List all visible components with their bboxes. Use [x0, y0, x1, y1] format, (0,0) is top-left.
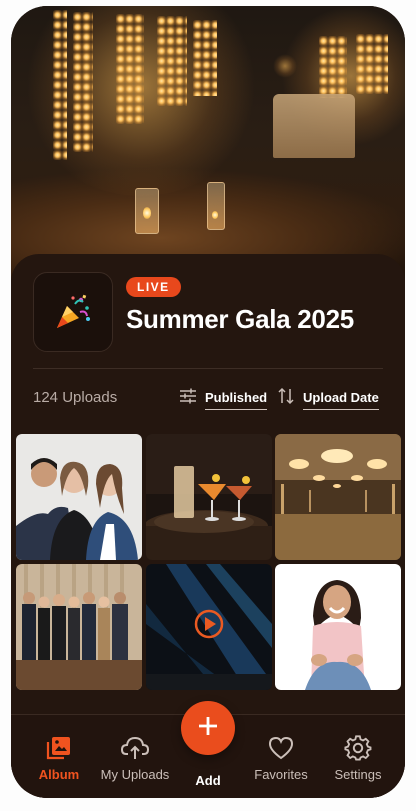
sliders-icon — [179, 387, 197, 409]
phone-frame: LIVE Summer Gala 2025 124 Uploads Publis… — [11, 6, 405, 798]
upload-count: 124 Uploads — [33, 389, 118, 406]
nav-item-album[interactable]: Album — [19, 733, 99, 782]
filter-label: Published — [205, 386, 268, 410]
bottom-navigation: Album My Uploads Add Favorites Settings — [11, 701, 405, 798]
plus-icon — [197, 715, 219, 741]
sort-label: Upload Date — [303, 386, 379, 410]
divider — [33, 368, 383, 369]
gallery-item-smiling-woman-photo[interactable] — [275, 564, 401, 690]
nav-label-album: Album — [38, 767, 80, 782]
gear-icon — [318, 733, 398, 763]
nav-item-settings[interactable]: Settings — [318, 733, 398, 782]
gallery-item-ballroom-photo[interactable] — [275, 434, 401, 560]
nav-label-settings: Settings — [334, 767, 382, 782]
nav-item-my-uploads[interactable]: My Uploads — [95, 733, 175, 782]
sort-arrows-icon — [277, 387, 295, 409]
photo-grid — [16, 434, 401, 691]
heart-icon — [241, 733, 321, 763]
live-badge: LIVE — [126, 277, 181, 297]
event-cover-photo — [11, 6, 405, 296]
gallery-item-stage-lights-video[interactable] — [146, 564, 272, 690]
gallery-item-group-photo[interactable] — [16, 564, 142, 690]
gallery-item-team-photo[interactable] — [16, 434, 142, 560]
nav-label-add: Add — [195, 773, 221, 788]
nav-item-favorites[interactable]: Favorites — [241, 733, 321, 782]
party-popper-icon — [33, 272, 113, 352]
add-button[interactable] — [181, 701, 235, 755]
nav-label-favorites: Favorites — [254, 767, 308, 782]
nav-label-my-uploads: My Uploads — [100, 767, 170, 782]
album-icon — [19, 733, 99, 763]
event-title: Summer Gala 2025 — [126, 304, 354, 334]
filter-button[interactable]: Published — [179, 384, 268, 412]
cloud-upload-icon — [95, 733, 175, 763]
gallery-item-cocktails-photo[interactable] — [146, 434, 272, 560]
sort-button[interactable]: Upload Date — [277, 384, 379, 412]
